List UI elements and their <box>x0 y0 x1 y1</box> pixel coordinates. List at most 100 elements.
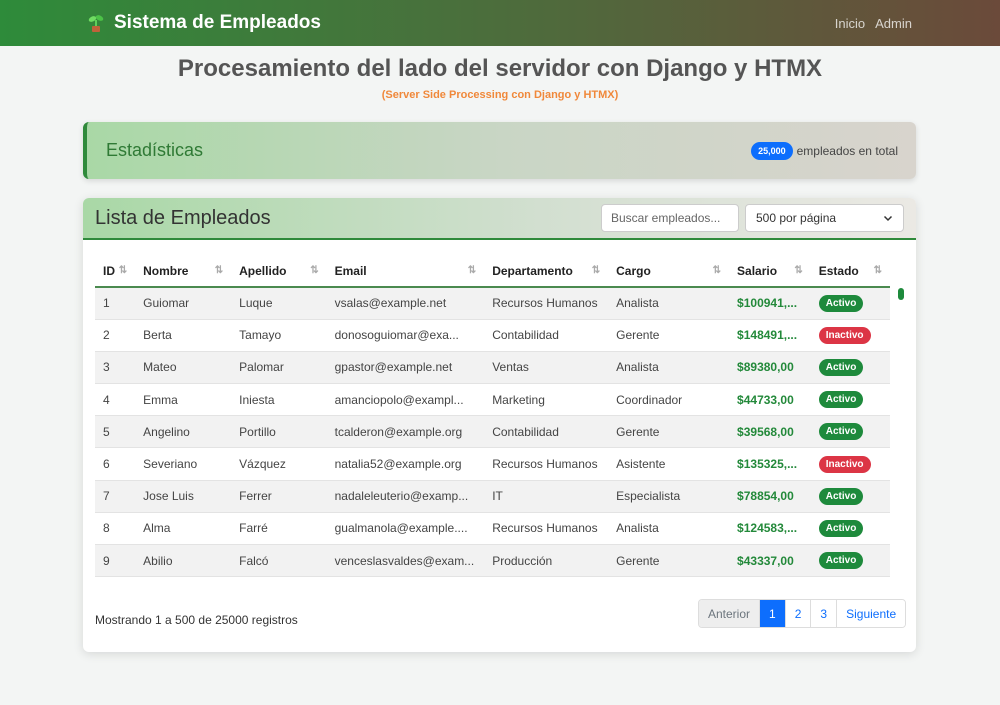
search-input[interactable] <box>601 204 739 232</box>
col-header-salario[interactable]: Salario ⇅ <box>729 255 811 288</box>
cell-estado: Activo <box>810 287 890 320</box>
table-row[interactable]: 6 Severiano Vázquez natalia52@example.org Re… <box>95 447 890 481</box>
cell-id: 8 <box>95 512 136 546</box>
pagination-page-1[interactable]: 1 <box>760 600 786 627</box>
sort-icon: ⇅ <box>310 265 319 276</box>
stats-title: Estadísticas <box>106 140 204 160</box>
cell-nombre: Angelino <box>135 415 232 449</box>
page-subtitle: (Server Side Processing con Django y HTM… <box>381 89 619 101</box>
cell-apellido: Ferrer <box>231 480 327 513</box>
cell-id: 6 <box>95 447 136 481</box>
col-header-nombre[interactable]: Nombre ⇅ <box>135 255 232 288</box>
cell-salario: $148491,... <box>729 319 811 352</box>
table-row[interactable]: 7 Jose Luis Ferrer nadaleleuterio@examp... I… <box>95 480 890 513</box>
cell-salario: $89380,00 <box>729 351 811 385</box>
cell-nombre: Abilio <box>135 544 232 578</box>
navbar: Sistema de Empleados Inicio Admin <box>0 0 1000 46</box>
status-badge: Activo <box>818 294 864 312</box>
cell-nombre: Jose Luis <box>135 480 232 513</box>
employee-count-badge: 25,000 <box>751 141 793 160</box>
cell-salario: $135325,... <box>729 447 811 481</box>
cell-email: venceslasvaldes@exam... <box>326 544 485 578</box>
cell-departamento: Recursos Humanos <box>484 287 609 320</box>
cell-apellido: Falcó <box>231 544 327 578</box>
cell-departamento: Producción <box>484 544 609 578</box>
per-page-select[interactable]: 500 por página <box>745 204 904 232</box>
cell-cargo: Analista <box>608 512 730 546</box>
cell-apellido: Vázquez <box>231 447 327 481</box>
col-header-apellido[interactable]: Apellido ⇅ <box>231 255 327 288</box>
cell-email: amanciopolo@exampl... <box>326 383 485 417</box>
table-row[interactable]: 8 Alma Farré gualmanola@example.... Recursos… <box>95 512 890 546</box>
cell-id: 1 <box>95 287 136 320</box>
cell-email: gpastor@example.net <box>326 351 485 385</box>
cell-cargo: Especialista <box>608 480 730 513</box>
scrollbar-thumb[interactable] <box>898 288 904 300</box>
cell-cargo: Analista <box>608 287 730 320</box>
cell-departamento: IT <box>484 480 609 513</box>
cell-cargo: Coordinador <box>608 383 730 417</box>
cell-id: 7 <box>95 480 136 513</box>
col-header-estado[interactable]: Estado ⇅ <box>810 255 890 288</box>
status-badge: Inactivo <box>818 455 871 473</box>
cell-apellido: Palomar <box>231 351 327 385</box>
pagination-previous[interactable]: Anterior <box>699 600 761 627</box>
cell-cargo: Gerente <box>608 415 730 449</box>
cell-email: vsalas@example.net <box>326 287 485 320</box>
brand[interactable]: Sistema de Empleados <box>86 12 321 34</box>
card-header: Lista de Empleados 500 por página <box>83 198 916 240</box>
col-header-cargo[interactable]: Cargo ⇅ <box>608 255 730 288</box>
cell-apellido: Portillo <box>231 415 327 449</box>
status-badge: Activo <box>818 487 864 505</box>
card-title: Lista de Empleados <box>95 206 271 229</box>
table-row[interactable]: 3 Mateo Palomar gpastor@example.net Ventas An… <box>95 351 890 385</box>
cell-estado: Activo <box>810 415 890 449</box>
cell-email: nadaleleuterio@examp... <box>326 480 485 513</box>
cell-salario: $39568,00 <box>729 415 811 449</box>
table-row[interactable]: 5 Angelino Portillo tcalderon@example.org Co… <box>95 415 890 449</box>
sort-icon: ⇅ <box>712 265 722 276</box>
pagination-page-2[interactable]: 2 <box>785 600 812 627</box>
stats-panel: Estadísticas 25,000 empleados en total <box>83 122 916 179</box>
status-badge: Activo <box>818 358 864 376</box>
cell-email: natalia52@example.org <box>326 447 485 481</box>
col-header-id[interactable]: ID ⇅ <box>95 255 136 288</box>
status-badge: Activo <box>818 519 864 537</box>
status-badge: Activo <box>818 391 864 409</box>
nav-link-admin[interactable]: Admin <box>875 16 912 31</box>
cell-salario: $124583,... <box>729 512 811 546</box>
nav-link-inicio[interactable]: Inicio <box>835 16 865 31</box>
cell-cargo: Analista <box>608 351 730 385</box>
pagination-next[interactable]: Siguiente <box>837 600 906 627</box>
employee-count-text: empleados en total <box>796 143 898 158</box>
col-header-email[interactable]: Email ⇅ <box>326 255 485 288</box>
table-container[interactable]: ID ⇅ Nombre ⇅ Apellido ⇅ Email ⇅ Departament… <box>95 255 890 588</box>
cell-id: 2 <box>95 319 136 352</box>
table-row[interactable]: 9 Abilio Falcó venceslasvaldes@exam... Produ… <box>95 544 890 578</box>
cell-id: 4 <box>95 383 136 417</box>
cell-cargo: Gerente <box>608 319 730 352</box>
sort-icon: ⇅ <box>467 265 477 276</box>
table-row[interactable]: 4 Emma Iniesta amanciopolo@exampl... Marketi… <box>95 383 890 417</box>
cell-cargo: Gerente <box>608 544 730 578</box>
cell-salario: $43337,00 <box>729 544 811 578</box>
cell-estado: Activo <box>810 544 890 578</box>
cell-email: tcalderon@example.org <box>326 415 485 449</box>
table-row[interactable]: 1 Guiomar Luque vsalas@example.net Recursos … <box>95 287 890 320</box>
chevron-down-icon <box>883 215 893 222</box>
status-badge: Inactivo <box>818 326 871 344</box>
cell-departamento: Recursos Humanos <box>484 512 609 546</box>
cell-id: 3 <box>95 351 136 385</box>
cell-salario: $44733,00 <box>729 383 811 417</box>
cell-estado: Activo <box>810 383 890 417</box>
cell-estado: Inactivo <box>810 319 890 352</box>
sort-icon: ⇅ <box>794 265 803 276</box>
sort-icon: ⇅ <box>214 265 224 276</box>
pagination-page-3[interactable]: 3 <box>811 600 838 627</box>
table-row[interactable]: 2 Berta Tamayo donosoguiomar@exa... Contabil… <box>95 319 890 352</box>
cell-apellido: Iniesta <box>231 383 327 417</box>
col-header-departamento[interactable]: Departamento ⇅ <box>484 255 609 288</box>
status-badge: Activo <box>818 423 864 441</box>
cell-departamento: Marketing <box>484 383 609 417</box>
cell-id: 9 <box>95 544 136 578</box>
